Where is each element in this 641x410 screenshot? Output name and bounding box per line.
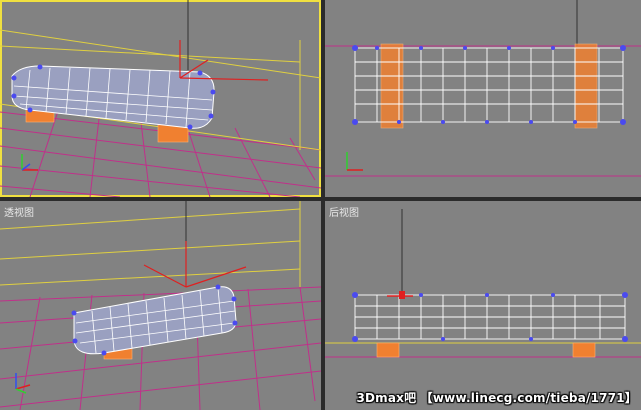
bench-supports [376,342,596,358]
viewport-label: 透视图 [4,208,34,219]
viewport-canvas-top-left[interactable] [0,0,321,197]
viewport-top-right[interactable] [325,0,641,197]
axis-tripod-icon [346,152,363,171]
viewport-canvas-top-right[interactable] [325,0,641,197]
bench-supports [380,43,598,129]
horizon-lines [0,201,301,287]
bench-mesh [354,294,626,340]
viewport-canvas-perspective[interactable] [0,201,321,410]
axis-tripod-icon [21,154,38,171]
viewport-perspective[interactable]: 透视图 [0,201,321,410]
bench-mesh [71,284,238,356]
viewport-label: 后视图 [329,208,359,219]
viewport-canvas-back[interactable] [325,201,641,410]
viewport-back[interactable]: 后视图 [325,201,641,410]
transform-gizmo-icon[interactable] [143,241,247,288]
viewport-top-left[interactable] [0,0,321,197]
watermark: 3Dmax吧 【www.linecg.com/tieba/1771】 [356,391,637,405]
